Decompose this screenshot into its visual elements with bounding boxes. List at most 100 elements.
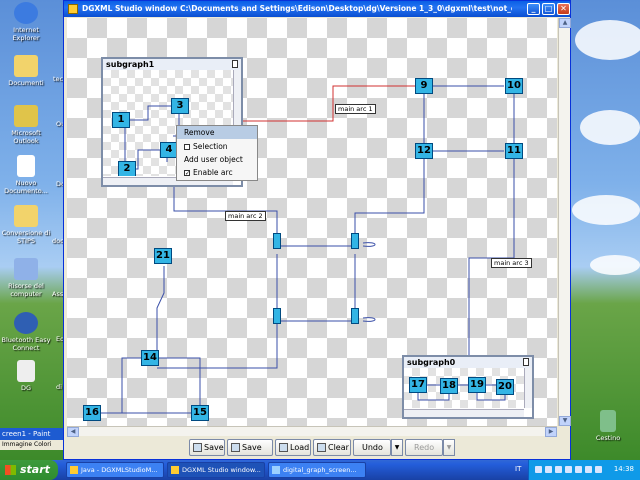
- desktop-icon-conversione[interactable]: Conversione di STIPS: [0, 205, 52, 245]
- scroll-down-arrow-icon[interactable]: ▼: [559, 416, 571, 426]
- clear-button[interactable]: Clear: [313, 439, 351, 456]
- desktop-icon-risorse[interactable]: Risorse del computer: [0, 258, 52, 298]
- taskbar-item[interactable]: Java - DGXMLStudioM...: [66, 462, 164, 478]
- close-button[interactable]: ✕: [557, 3, 570, 15]
- taskbar-item-label: Java - DGXMLStudioM...: [81, 466, 158, 474]
- junction-node[interactable]: [351, 308, 359, 324]
- app-icon: [68, 4, 78, 14]
- graph-node[interactable]: 14: [141, 350, 159, 366]
- subgraph-vertical-scrollbar[interactable]: [524, 368, 532, 408]
- graph-node[interactable]: 21: [154, 248, 172, 264]
- undo-button[interactable]: Undo: [353, 439, 391, 456]
- edge-label: main arc 2: [225, 211, 266, 221]
- minimize-button[interactable]: _: [527, 3, 540, 15]
- tray-icon[interactable]: [545, 466, 552, 473]
- start-button[interactable]: start: [0, 460, 58, 480]
- junction-node[interactable]: [351, 233, 359, 249]
- save-as-button[interactable]: Save as: [227, 439, 273, 467]
- graph-node[interactable]: 2: [118, 161, 136, 176]
- cloud: [575, 20, 640, 60]
- graph-node[interactable]: 20: [496, 379, 514, 395]
- start-label: start: [20, 463, 50, 476]
- undo-dropdown-icon[interactable]: ▼: [391, 439, 403, 456]
- subgraph-maximize-icon[interactable]: [232, 60, 238, 68]
- toolbar: Save Save as Load Clear Undo ▼ Redo ▼: [64, 437, 570, 467]
- tray-icon[interactable]: [575, 466, 582, 473]
- redo-button[interactable]: Redo: [405, 439, 443, 456]
- tray-icon[interactable]: [595, 466, 602, 473]
- edge-12-down: [354, 159, 425, 238]
- file-icon: [17, 360, 35, 382]
- language-indicator[interactable]: IT: [515, 465, 521, 473]
- paint-window-strip[interactable]: creen1 - Paint: [0, 428, 63, 440]
- desktop-icon-label: Nuovo Documento...: [4, 179, 48, 195]
- paint-menu-strip[interactable]: Immagine Colori: [0, 440, 63, 450]
- context-menu-remove[interactable]: Remove: [177, 126, 257, 139]
- menu-item-label: Remove: [184, 128, 215, 137]
- context-menu-selection[interactable]: Selection: [177, 140, 257, 153]
- desktop-icon-label: Cestino: [595, 434, 621, 442]
- graph-node[interactable]: 12: [415, 143, 433, 159]
- graph-node[interactable]: 1: [112, 112, 130, 128]
- partial-desktop-label: tec: [53, 75, 64, 83]
- graph-node[interactable]: 17: [409, 377, 427, 393]
- desktop-icon-internet-explorer[interactable]: Internet Explorer: [0, 2, 52, 42]
- title-bar[interactable]: DGXML Studio window C:\Documents and Set…: [64, 1, 570, 17]
- junction-node[interactable]: [273, 308, 281, 324]
- tray-icon[interactable]: [555, 466, 562, 473]
- subgraph-body[interactable]: 17 18 19 20: [404, 368, 524, 408]
- desktop-icon-label: DG: [20, 384, 32, 392]
- folder-icon: [14, 55, 38, 77]
- graph-node[interactable]: 11: [505, 143, 523, 159]
- tray-icon[interactable]: [565, 466, 572, 473]
- edge-to-14: [157, 321, 278, 369]
- window-title: DGXML Studio window C:\Documents and Set…: [82, 4, 512, 13]
- graph-node[interactable]: 19: [468, 377, 486, 393]
- graph-node[interactable]: 9: [415, 78, 433, 94]
- graph-canvas[interactable]: 9 10 12 11 21 14 16 15 main arc 1 main a…: [67, 18, 557, 426]
- save-icon: [193, 443, 202, 452]
- app-icon: [171, 466, 179, 474]
- subgraph0-panel[interactable]: subgraph0 17 18 19 20: [402, 355, 534, 419]
- desktop-icon-outlook[interactable]: Microsoft Outlook: [0, 105, 52, 145]
- desktop-icon-bluetooth[interactable]: Bluetooth Easy Connect: [0, 312, 52, 352]
- tray-icon[interactable]: [535, 466, 542, 473]
- system-tray: 14:38: [528, 460, 640, 480]
- scroll-left-arrow-icon[interactable]: ◀: [67, 427, 79, 437]
- canvas-horizontal-scrollbar[interactable]: ◀ ▶: [67, 426, 557, 437]
- button-label: Load: [290, 443, 310, 452]
- junction-node[interactable]: [273, 233, 281, 249]
- scroll-right-arrow-icon[interactable]: ▶: [545, 427, 557, 437]
- graph-node[interactable]: 15: [191, 405, 209, 421]
- menu-item-label: Selection: [193, 142, 228, 151]
- desktop-icon-nuovo-documento[interactable]: Nuovo Documento...: [0, 155, 52, 195]
- desktop-icon-label: Risorse del computer: [8, 282, 44, 298]
- checkbox-checked-icon[interactable]: ✓: [184, 170, 190, 177]
- graph-node[interactable]: 18: [440, 378, 458, 394]
- load-button[interactable]: Load: [275, 439, 311, 456]
- tray-icon[interactable]: [585, 466, 592, 473]
- subgraph-maximize-icon[interactable]: [523, 358, 529, 366]
- save-button[interactable]: Save: [189, 439, 225, 456]
- context-menu-enable-arc[interactable]: ✓ Enable arc: [177, 166, 257, 179]
- scroll-up-arrow-icon[interactable]: ▲: [559, 18, 571, 28]
- desktop-icon-dg[interactable]: DG: [0, 360, 52, 392]
- canvas-vertical-scrollbar[interactable]: ▲ ▼: [558, 18, 571, 426]
- desktop-icon-cestino[interactable]: Cestino: [583, 410, 633, 442]
- redo-dropdown-icon[interactable]: ▼: [443, 439, 455, 456]
- button-label: Undo: [362, 443, 383, 452]
- graph-node[interactable]: 3: [171, 98, 189, 114]
- java-icon: [70, 466, 78, 474]
- context-menu-add-user-object[interactable]: Add user object: [177, 153, 257, 166]
- desktop-icon-documenti[interactable]: Documenti: [0, 55, 52, 87]
- graph-node[interactable]: 16: [83, 405, 101, 421]
- taskbar-item[interactable]: digital_graph_screen...: [268, 462, 366, 478]
- maximize-button[interactable]: □: [542, 3, 555, 15]
- checkbox-icon[interactable]: [184, 144, 190, 150]
- subgraph-horizontal-scrollbar[interactable]: [404, 409, 524, 417]
- recycle-bin-icon: [600, 410, 616, 432]
- taskbar-item[interactable]: DGXML Studio window...: [167, 462, 265, 478]
- clock[interactable]: 14:38: [614, 465, 634, 473]
- graph-node[interactable]: 10: [505, 78, 523, 94]
- desktop-icon-label: Bluetooth Easy Connect: [1, 336, 51, 352]
